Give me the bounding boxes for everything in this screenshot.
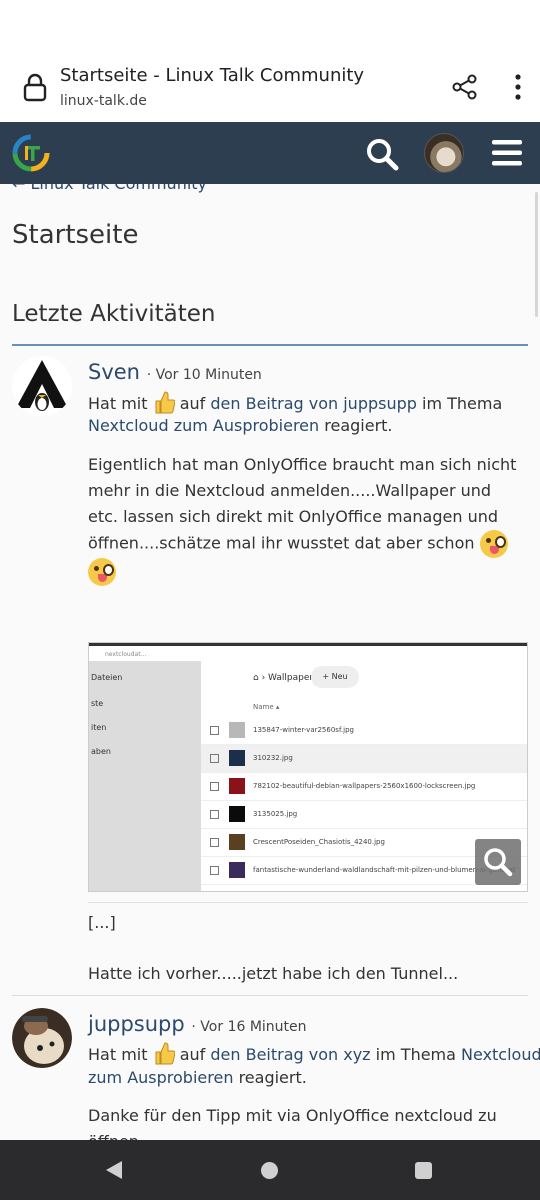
post-link[interactable]: den Beitrag von xyz bbox=[210, 1045, 370, 1064]
screenshot-sidebar-item: Dateien bbox=[91, 673, 123, 682]
winking-tongue-emoji-icon bbox=[479, 530, 508, 558]
excerpt-text: Eigentlich hat man OnlyOffice braucht ma… bbox=[88, 455, 517, 553]
file-thumbnail bbox=[229, 722, 245, 738]
excerpt-continuation: Hatte ich vorher.....jetzt habe ich den … bbox=[88, 964, 459, 983]
home-icon[interactable] bbox=[261, 1162, 278, 1179]
screenshot-sidebar-item: aben bbox=[91, 747, 111, 756]
browser-page-title[interactable]: Startseite - Linux Talk Community bbox=[60, 65, 364, 86]
activity-time: · Vor 10 Minuten bbox=[146, 367, 262, 383]
activity-text: Hat mit bbox=[88, 1045, 148, 1064]
activity-username[interactable]: Sven · Vor 10 Minuten bbox=[88, 360, 262, 384]
file-thumbnail bbox=[229, 834, 245, 850]
status-bar bbox=[0, 0, 540, 56]
username-link[interactable]: Sven bbox=[88, 360, 140, 384]
activity-description: Hat mit auf den Beitrag von juppsupp im … bbox=[88, 390, 502, 414]
section-title: Letzte Aktivitäten bbox=[12, 301, 216, 327]
file-thumbnail bbox=[229, 778, 245, 794]
activity-excerpt: Danke für den Tipp mit via OnlyOffice ne… bbox=[88, 1103, 520, 1140]
file-thumbnail bbox=[229, 750, 245, 766]
screenshot-tab: nextcloudat... bbox=[105, 651, 147, 658]
page-title: Startseite bbox=[12, 220, 139, 250]
system-navigation-bar bbox=[0, 1140, 540, 1200]
avatar[interactable] bbox=[12, 1008, 72, 1068]
breadcrumb[interactable]: ← Linux Talk Community bbox=[12, 184, 207, 193]
activity-text: reagiert. bbox=[238, 1068, 307, 1087]
screenshot-sidebar-item: iten bbox=[91, 723, 107, 732]
file-name: 3135025.jpg bbox=[253, 810, 298, 818]
section-divider bbox=[12, 344, 528, 346]
overflow-menu-icon[interactable] bbox=[508, 72, 528, 102]
activity-description-cont: zum Ausprobieren reagiert. bbox=[88, 1068, 307, 1087]
screenshot-sidebar-item: ste bbox=[91, 699, 104, 708]
activity-description-cont: Nextcloud zum Ausprobieren reagiert. bbox=[88, 416, 393, 435]
winking-tongue-emoji-icon bbox=[88, 558, 116, 586]
hamburger-menu-icon[interactable] bbox=[491, 138, 523, 168]
activity-text: im Thema bbox=[422, 394, 503, 413]
file-name: 135847-winter-var2560sf.jpg bbox=[253, 726, 354, 734]
activity-time: · Vor 16 Minuten bbox=[191, 1019, 307, 1035]
table-row: 135847-winter-var2560sf.jpg bbox=[201, 717, 527, 745]
activity-text: auf bbox=[179, 1045, 206, 1064]
site-navbar bbox=[0, 122, 540, 184]
checkbox bbox=[210, 754, 219, 763]
share-icon[interactable] bbox=[452, 74, 478, 100]
excerpt-text: Danke für den Tipp mit via OnlyOffice ne… bbox=[88, 1106, 497, 1140]
activity-divider bbox=[12, 995, 528, 996]
file-thumbnail bbox=[229, 862, 245, 878]
file-name: 310232.jpg bbox=[253, 754, 293, 762]
table-row: 310232.jpg bbox=[201, 745, 527, 773]
recents-icon[interactable] bbox=[415, 1162, 432, 1179]
scrollbar[interactable] bbox=[535, 192, 538, 317]
thumbs-up-icon bbox=[155, 1042, 175, 1065]
thumbs-up-icon bbox=[155, 391, 175, 414]
excerpt-divider bbox=[88, 902, 528, 903]
site-logo[interactable] bbox=[12, 134, 50, 172]
screenshot-column-header: Name ▴ bbox=[253, 703, 280, 711]
page-content: ← Linux Talk Community Startseite Letzte… bbox=[0, 184, 540, 1140]
activity-text: auf bbox=[179, 394, 206, 413]
screenshot-sidebar: Dateien ste iten aben bbox=[89, 661, 201, 891]
browser-url-bar: Startseite - Linux Talk Community linux-… bbox=[0, 56, 540, 122]
screenshot-breadcrumb: ⌂ › Wallpaper bbox=[253, 673, 314, 683]
file-thumbnail bbox=[229, 806, 245, 822]
post-link[interactable]: den Beitrag von juppsupp bbox=[210, 394, 417, 413]
thread-link[interactable]: Nextcloud bbox=[461, 1045, 540, 1064]
screenshot-folder: Wallpaper bbox=[268, 673, 314, 683]
lock-icon[interactable] bbox=[22, 72, 48, 102]
activity-username[interactable]: juppsupp · Vor 16 Minuten bbox=[88, 1012, 307, 1036]
file-name: CrescentPoseiden_Chasiotis_4240.jpg bbox=[253, 838, 385, 846]
thread-link[interactable]: zum Ausprobieren bbox=[88, 1068, 233, 1087]
user-avatar[interactable] bbox=[424, 133, 464, 173]
table-row: 3135025.jpg bbox=[201, 801, 527, 829]
checkbox bbox=[210, 810, 219, 819]
back-icon[interactable] bbox=[104, 1160, 124, 1180]
activity-text: im Thema bbox=[375, 1045, 456, 1064]
checkbox bbox=[210, 726, 219, 735]
avatar[interactable] bbox=[12, 356, 72, 416]
zoom-magnifier-icon[interactable] bbox=[475, 839, 521, 885]
breadcrumb-link[interactable]: Linux Talk Community bbox=[31, 184, 208, 193]
excerpt-ellipsis: [...] bbox=[88, 913, 116, 932]
activity-text: reagiert. bbox=[324, 416, 393, 435]
browser-domain[interactable]: linux-talk.de bbox=[60, 93, 147, 109]
attached-screenshot-image[interactable]: nextcloudat... Dateien ste iten aben ⌂ ›… bbox=[88, 642, 528, 892]
file-name: 782102-beautiful-debian-wallpapers-2560x… bbox=[253, 782, 476, 790]
username-link[interactable]: juppsupp bbox=[88, 1012, 185, 1036]
thread-link[interactable]: Nextcloud zum Ausprobieren bbox=[88, 416, 319, 435]
checkbox bbox=[210, 866, 219, 875]
activity-text: Hat mit bbox=[88, 394, 148, 413]
search-icon[interactable] bbox=[364, 136, 400, 172]
activity-excerpt: Eigentlich hat man OnlyOffice braucht ma… bbox=[88, 452, 520, 586]
checkbox bbox=[210, 838, 219, 847]
screenshot-new-button: + Neu bbox=[311, 666, 359, 688]
activity-description: Hat mit auf den Beitrag von xyz im Thema… bbox=[88, 1041, 540, 1065]
table-row: 782102-beautiful-debian-wallpapers-2560x… bbox=[201, 773, 527, 801]
checkbox bbox=[210, 782, 219, 791]
screenshot-browser-top: nextcloudat... bbox=[89, 643, 527, 661]
